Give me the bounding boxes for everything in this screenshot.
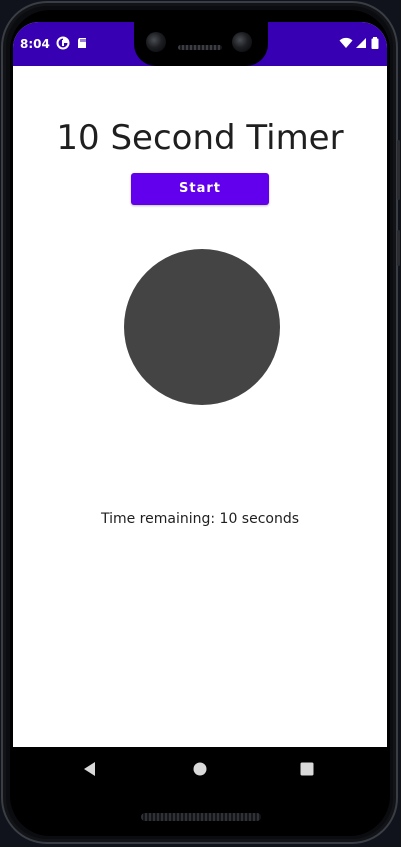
volume-button: [397, 140, 400, 200]
status-time: 8:04: [20, 37, 50, 51]
recents-icon[interactable]: [297, 759, 317, 779]
front-camera-right: [232, 32, 252, 52]
wifi-icon: [339, 37, 353, 48]
start-button[interactable]: Start: [131, 173, 269, 205]
time-remaining-label: Time remaining: 10 seconds: [100, 511, 300, 527]
camera-notch: [134, 22, 268, 66]
front-camera-left: [146, 32, 166, 52]
bottom-speaker-grill: [141, 813, 261, 821]
device-background: 8:04 10 Second Timer Start Time remainin…: [0, 0, 401, 847]
app-title: 10 Second Timer: [56, 118, 344, 158]
back-icon[interactable]: [80, 759, 100, 779]
sd-card-icon: [78, 38, 86, 48]
home-icon[interactable]: [190, 759, 210, 779]
cell-signal-icon: [356, 38, 366, 48]
data-saver-icon: [56, 36, 70, 50]
phone-screen: 8:04 10 Second Timer Start Time remainin…: [13, 22, 387, 791]
earpiece-speaker: [178, 45, 222, 50]
battery-icon: [371, 37, 379, 49]
navigation-bar: [13, 747, 387, 791]
timer-circle: [124, 249, 280, 405]
power-button: [397, 230, 400, 266]
